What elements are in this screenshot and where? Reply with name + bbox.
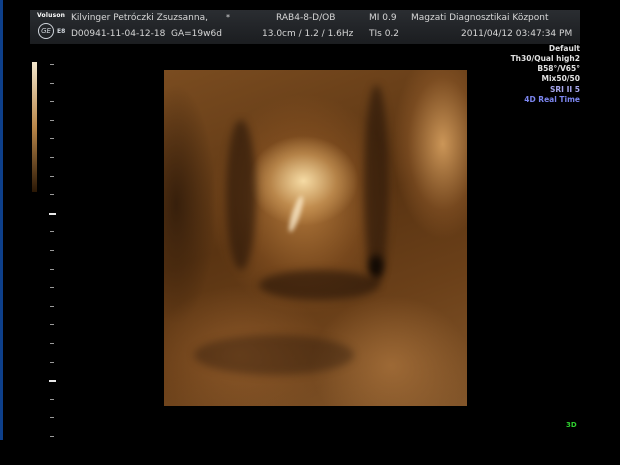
render-shadow xyxy=(259,270,379,300)
depth-scale-tick xyxy=(50,417,54,419)
gestational-age: GA=19w6d xyxy=(171,29,222,39)
depth-scale-tick xyxy=(50,305,54,307)
view-mode-indicator: 3D xyxy=(566,421,577,429)
exam-datetime: 2011/04/12 03:47:34 PM xyxy=(461,29,573,39)
depth-scale-tick xyxy=(50,119,54,121)
depth-scale-tick xyxy=(50,324,54,326)
depth-scale-tick xyxy=(50,231,54,233)
patient-name-marker: * xyxy=(226,13,230,22)
depth-scale-tick xyxy=(50,175,54,177)
depth-scale-tick xyxy=(50,361,54,363)
depth-scale-tick xyxy=(50,398,54,400)
depth-scale-tick xyxy=(50,82,54,84)
mode-label: 4D Real Time xyxy=(524,95,580,104)
patient-id: D00941-11-04-12-18 xyxy=(71,29,166,39)
depth-scale-tick xyxy=(50,138,54,140)
render-shadow xyxy=(226,120,256,270)
depth-scale-tick xyxy=(50,436,54,437)
quality-label: Th30/Qual high2 xyxy=(510,54,580,63)
gray-scale-bar xyxy=(32,62,37,192)
mix-label: Mix50/50 xyxy=(541,74,581,83)
ge-logo-icon: GE xyxy=(38,23,54,39)
angle-label: B58°/V65° xyxy=(537,64,580,73)
preset-label: Default xyxy=(548,44,580,53)
render-3d-image[interactable] xyxy=(164,70,467,406)
depth-scale-major-tick xyxy=(49,380,56,383)
brand-label: Voluson xyxy=(37,12,66,19)
depth-info: 13.0cm / 1.2 / 1.6Hz xyxy=(262,29,354,39)
mechanical-index: MI 0.9 xyxy=(369,13,397,23)
render-shadow xyxy=(369,255,383,277)
left-edge-rule xyxy=(0,0,3,440)
depth-scale-tick xyxy=(50,194,54,196)
patient-name: Kilvinger Petróczki Zsuzsanna, xyxy=(71,13,208,23)
thermal-index: TIs 0.2 xyxy=(369,29,400,39)
render-shadow xyxy=(194,335,354,375)
depth-scale-tick xyxy=(50,250,54,251)
probe-name: RAB4-8-D/OB xyxy=(276,13,336,23)
depth-scale-tick xyxy=(50,64,54,65)
sri-label: SRI II 5 xyxy=(550,85,580,94)
institution-name: Magzati Diagnosztikai Központ xyxy=(411,13,549,23)
depth-scale-tick xyxy=(50,157,54,158)
depth-scale-tick xyxy=(50,343,54,344)
edition-label: E8 xyxy=(57,28,66,35)
render-highlight xyxy=(286,194,306,234)
depth-scale-tick xyxy=(50,268,54,270)
depth-scale-tick xyxy=(50,101,54,103)
depth-scale-major-tick xyxy=(49,212,56,215)
depth-scale-tick xyxy=(50,287,54,289)
